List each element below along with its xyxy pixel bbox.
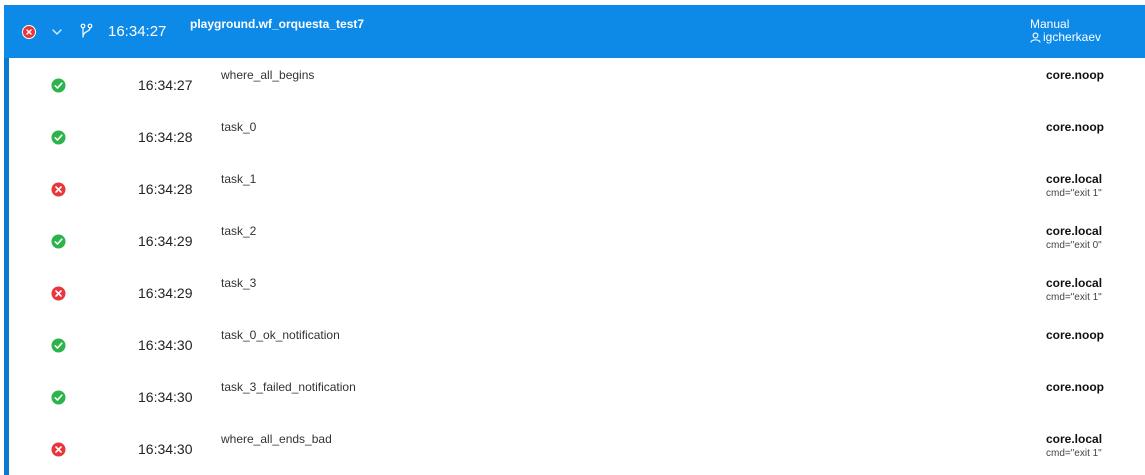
task-row[interactable]: 16:34:29 task_3 core.local cmd="exit 1" xyxy=(9,266,1145,318)
task-params: cmd="exit 0" xyxy=(1046,240,1102,251)
task-time: 16:34:30 xyxy=(138,389,193,405)
chevron-down-icon[interactable] xyxy=(51,25,63,37)
task-params: cmd="exit 1" xyxy=(1046,292,1102,303)
task-time: 16:34:29 xyxy=(138,285,193,301)
execution-header[interactable]: 16:34:27 playground.wf_orquesta_test7 Ma… xyxy=(4,5,1145,58)
trigger-type: Manual xyxy=(1030,17,1070,31)
user-name: igcherkaev xyxy=(1043,30,1102,44)
task-row[interactable]: 16:34:27 where_all_begins core.noop xyxy=(9,58,1145,110)
succeeded-status-icon xyxy=(51,338,66,353)
execution-details: 16:34:27 playground.wf_orquesta_test7 Ma… xyxy=(0,0,1145,475)
task-time: 16:34:30 xyxy=(138,337,193,353)
task-row[interactable]: 16:34:29 task_2 core.local cmd="exit 0" xyxy=(9,214,1145,266)
task-action[interactable]: core.local xyxy=(1046,276,1102,290)
task-name[interactable]: task_1 xyxy=(221,172,256,186)
task-action[interactable]: core.local xyxy=(1046,224,1102,238)
workflow-title[interactable]: playground.wf_orquesta_test7 xyxy=(190,17,364,31)
task-row[interactable]: 16:34:28 task_0 core.noop xyxy=(9,110,1145,162)
execution-start-time: 16:34:27 xyxy=(108,23,167,40)
task-list: 16:34:27 where_all_begins core.noop 16:3… xyxy=(9,58,1145,475)
task-name[interactable]: task_3_failed_notification xyxy=(221,380,356,394)
user-icon xyxy=(1030,32,1041,43)
task-time: 16:34:28 xyxy=(138,129,193,145)
task-action[interactable]: core.noop xyxy=(1046,68,1104,82)
succeeded-status-icon xyxy=(51,390,66,405)
task-row[interactable]: 16:34:30 where_all_ends_bad core.local c… xyxy=(9,422,1145,474)
workflow-branch-icon xyxy=(79,23,95,39)
task-row[interactable]: 16:34:30 task_0_ok_notification core.noo… xyxy=(9,318,1145,370)
task-action[interactable]: core.noop xyxy=(1046,328,1104,342)
task-time: 16:34:27 xyxy=(138,77,193,93)
task-params: cmd="exit 1" xyxy=(1046,448,1102,459)
succeeded-status-icon xyxy=(51,234,66,249)
task-name[interactable]: task_3 xyxy=(221,276,256,290)
task-name[interactable]: task_0 xyxy=(221,120,256,134)
task-action[interactable]: core.noop xyxy=(1046,120,1104,134)
succeeded-status-icon xyxy=(51,78,66,93)
task-time: 16:34:28 xyxy=(138,181,193,197)
failed-status-icon xyxy=(22,25,36,39)
task-time: 16:34:30 xyxy=(138,441,193,457)
executed-by: igcherkaev xyxy=(1030,30,1101,44)
task-name[interactable]: where_all_begins xyxy=(221,68,314,82)
failed-status-icon xyxy=(51,442,66,457)
task-name[interactable]: task_2 xyxy=(221,224,256,238)
failed-status-icon xyxy=(51,286,66,301)
task-row[interactable]: 16:34:28 task_1 core.local cmd="exit 1" xyxy=(9,162,1145,214)
task-action[interactable]: core.local xyxy=(1046,172,1102,186)
task-name[interactable]: task_0_ok_notification xyxy=(221,328,340,342)
task-action[interactable]: core.local xyxy=(1046,432,1102,446)
task-name[interactable]: where_all_ends_bad xyxy=(221,432,332,446)
task-time: 16:34:29 xyxy=(138,233,193,249)
task-params: cmd="exit 1" xyxy=(1046,188,1102,199)
succeeded-status-icon xyxy=(51,130,66,145)
task-row[interactable]: 16:34:30 task_3_failed_notification core… xyxy=(9,370,1145,422)
failed-status-icon xyxy=(51,182,66,197)
task-action[interactable]: core.noop xyxy=(1046,380,1104,394)
